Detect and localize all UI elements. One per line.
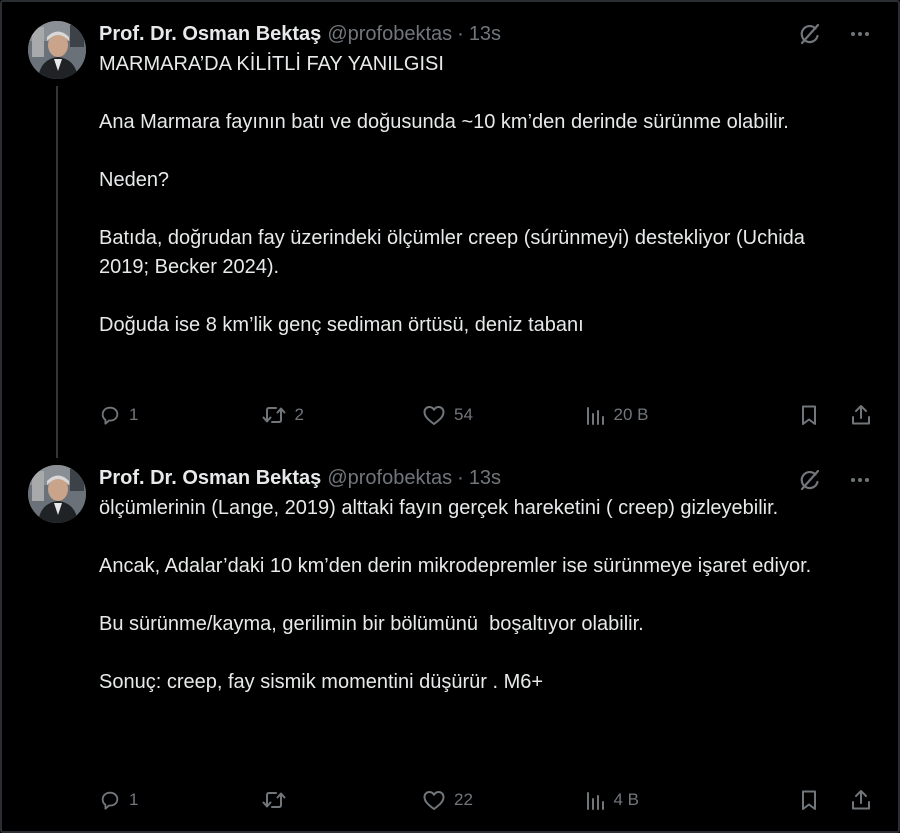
share-icon[interactable] — [847, 786, 875, 814]
bookmark-icon[interactable] — [795, 401, 823, 429]
like-count: 22 — [454, 790, 473, 809]
views-count: 4 B — [613, 790, 640, 809]
like-count: 54 — [454, 405, 473, 424]
share-icon[interactable] — [847, 401, 875, 429]
repost-button[interactable]: 2 — [261, 404, 321, 426]
reply-count: 1 — [129, 405, 139, 424]
author-name[interactable]: Prof. Dr. Osman Bektaş — [99, 23, 321, 46]
secondary-actions — [795, 401, 875, 429]
like-icon — [423, 791, 445, 810]
tweet[interactable]: Prof. Dr. Osman Bektaş @profobektas · 13… — [2, 454, 898, 831]
profile-photo — [28, 21, 86, 79]
tweet-header: Prof. Dr. Osman Bektaş @profobektas · 13… — [99, 21, 501, 47]
avatar[interactable] — [28, 465, 86, 523]
timestamp[interactable]: 13s — [469, 467, 501, 490]
tweet-actions: 1 22 4 B — [99, 785, 875, 815]
tweet-text: ölçümlerinin (Lange, 2019) alttaki fayın… — [99, 497, 812, 693]
reply-button[interactable]: 1 — [99, 404, 159, 426]
tweet-text: MARMARA’DA KİLİTLİ FAY YANILGISI Ana Mar… — [99, 53, 805, 336]
views-button[interactable]: 20 B — [584, 404, 694, 426]
views-count: 20 B — [613, 405, 649, 424]
author-handle[interactable]: @profobektas — [327, 467, 452, 490]
tweet[interactable]: Prof. Dr. Osman Bektaş @profobektas · 13… — [2, 2, 898, 458]
tweet-top-actions — [796, 20, 874, 48]
grok-icon[interactable] — [796, 20, 824, 48]
reply-button[interactable]: 1 — [99, 789, 159, 811]
tweet-actions: 1 2 54 20 B — [99, 400, 875, 430]
like-button[interactable]: 22 — [422, 789, 482, 811]
author-name[interactable]: Prof. Dr. Osman Bektaş — [99, 467, 321, 490]
bookmark-icon[interactable] — [795, 786, 823, 814]
like-icon — [423, 406, 445, 425]
repost-icon — [262, 792, 285, 808]
grok-icon[interactable] — [796, 466, 824, 494]
avatar[interactable] — [28, 21, 86, 79]
author-handle[interactable]: @profobektas — [327, 23, 452, 46]
timestamp[interactable]: 13s — [469, 23, 501, 46]
tweet-top-actions — [796, 466, 874, 494]
views-icon — [586, 792, 604, 810]
profile-photo — [28, 465, 86, 523]
views-button[interactable]: 4 B — [584, 789, 694, 811]
repost-icon — [262, 407, 285, 423]
repost-button[interactable] — [261, 789, 321, 811]
reply-icon — [101, 406, 119, 425]
more-icon[interactable] — [846, 466, 874, 494]
views-icon — [586, 407, 604, 425]
separator-dot: · — [457, 22, 464, 45]
tweet-header: Prof. Dr. Osman Bektaş @profobektas · 13… — [99, 465, 501, 491]
repost-count: 2 — [294, 405, 304, 424]
like-button[interactable]: 54 — [422, 404, 482, 426]
separator-dot: · — [457, 466, 464, 489]
secondary-actions — [795, 786, 875, 814]
reply-icon — [101, 791, 119, 810]
more-icon[interactable] — [846, 20, 874, 48]
thread-line — [56, 86, 58, 458]
tweet-thread: Prof. Dr. Osman Bektaş @profobektas · 13… — [0, 0, 900, 833]
reply-count: 1 — [129, 790, 139, 809]
